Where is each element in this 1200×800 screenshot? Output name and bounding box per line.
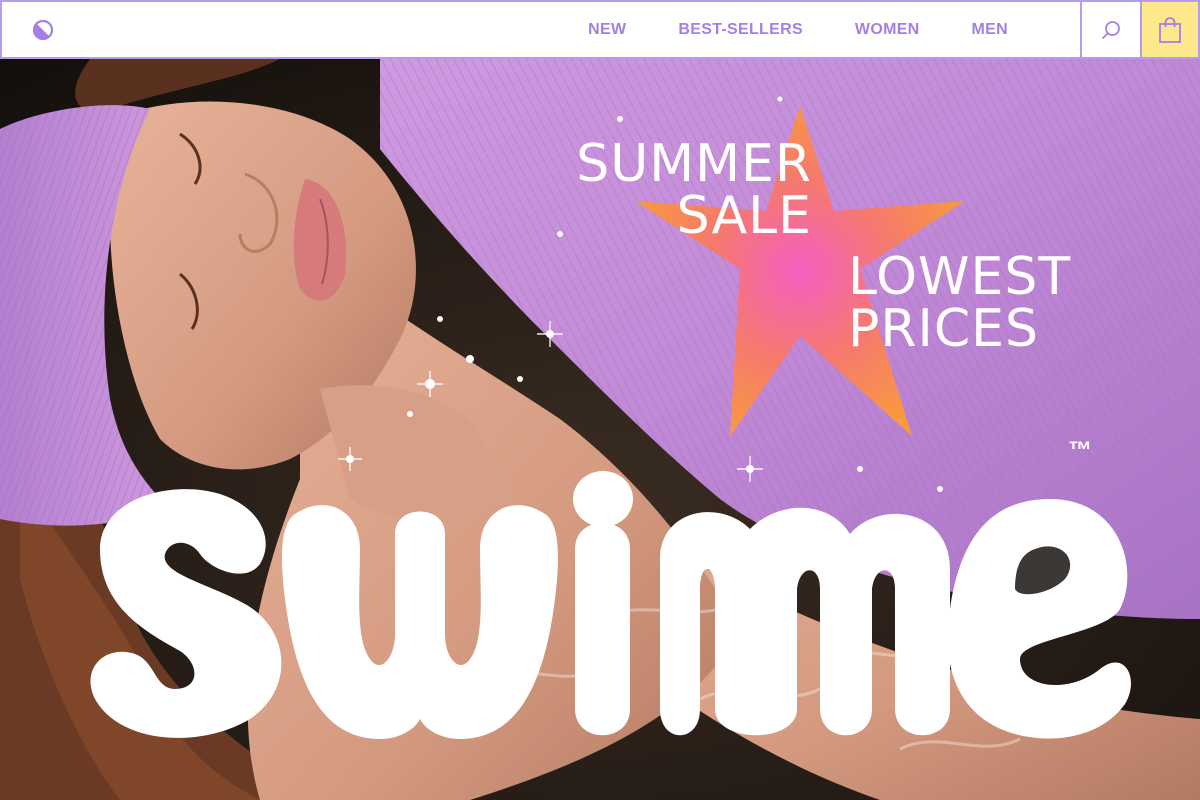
nav-item-women[interactable]: WOMEN (855, 21, 920, 39)
shopping-bag-icon (1159, 16, 1181, 43)
nav-item-new[interactable]: NEW (588, 21, 626, 39)
price-line-lowest: LOWEST (848, 247, 1072, 307)
hero-banner[interactable]: SUMMER SALE LOWEST PRICES ™ (0, 59, 1200, 800)
trademark-symbol: ™ (1068, 437, 1092, 464)
search-button[interactable] (1080, 2, 1140, 57)
sale-headline: SUMMER SALE (528, 138, 812, 242)
cart-button[interactable] (1140, 2, 1198, 57)
sale-line-sale: SALE (676, 186, 812, 246)
half-circle-logo-icon (32, 19, 54, 40)
sale-line-summer: SUMMER (576, 134, 812, 194)
nav-item-men[interactable]: MEN (972, 21, 1008, 39)
price-headline: LOWEST PRICES (848, 251, 1118, 355)
search-icon (1102, 20, 1120, 39)
nav-item-best-sellers[interactable]: BEST-SELLERS (678, 21, 803, 39)
main-nav: NEW BEST-SELLERS WOMEN MEN (86, 2, 1080, 57)
brand-wordmark-logo (90, 471, 1131, 739)
logo[interactable] (2, 2, 86, 57)
price-line-prices: PRICES (848, 299, 1039, 359)
top-navigation-bar: NEW BEST-SELLERS WOMEN MEN (0, 0, 1200, 59)
page: NEW BEST-SELLERS WOMEN MEN SUMMER SALE L… (0, 0, 1200, 800)
